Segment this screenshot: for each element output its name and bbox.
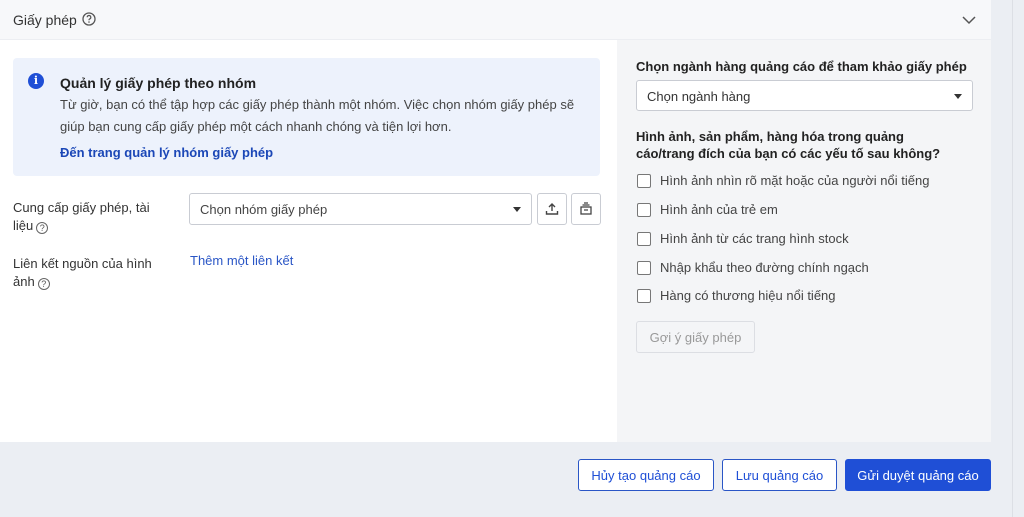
caret-down-icon xyxy=(954,94,962,99)
manage-license-groups-link[interactable]: Đến trang quản lý nhóm giấy phép xyxy=(60,145,273,160)
checkbox[interactable] xyxy=(637,289,651,303)
license-group-select[interactable]: Chọn nhóm giấy phép xyxy=(189,193,532,225)
option-label: Hình ảnh từ các trang hình stock xyxy=(660,231,849,246)
license-library-button[interactable] xyxy=(571,193,601,225)
help-circle-icon[interactable]: ? xyxy=(36,222,49,234)
provide-license-label: Cung cấp giấy phép, tài liệu? xyxy=(13,199,173,235)
image-source-label-text: Liên kết nguồn của hình ảnh xyxy=(13,256,152,289)
checkbox[interactable] xyxy=(637,203,651,217)
license-reference-panel: Chọn ngành hàng quảng cáo để tham khảo g… xyxy=(617,40,991,442)
upload-button[interactable] xyxy=(537,193,567,225)
cancel-ad-button[interactable]: Hủy tạo quảng cáo xyxy=(578,459,714,491)
checkbox[interactable] xyxy=(637,174,651,188)
notice-text: Từ giờ, bạn có thể tập hợp các giấy phép… xyxy=(60,97,575,134)
option-label: Hình ảnh nhìn rõ mặt hoặc của người nổi … xyxy=(660,173,930,188)
add-link-button[interactable]: Thêm một liên kết xyxy=(190,253,293,268)
checkbox[interactable] xyxy=(637,232,651,246)
scrollbar-track[interactable] xyxy=(991,0,1024,517)
suggest-license-button[interactable]: Gợi ý giấy phép xyxy=(636,321,755,353)
notice-title: Quản lý giấy phép theo nhóm xyxy=(60,75,257,91)
group-license-notice: i Quản lý giấy phép theo nhóm Từ giờ, bạ… xyxy=(13,58,600,176)
info-icon: i xyxy=(28,73,44,89)
save-ad-button[interactable]: Lưu quảng cáo xyxy=(722,459,837,491)
elements-question: Hình ảnh, sản phẩm, hàng hóa trong quảng… xyxy=(636,129,941,161)
option-label: Hàng có thương hiệu nổi tiếng xyxy=(660,288,836,303)
license-group-select-value: Chọn nhóm giấy phép xyxy=(200,202,328,217)
category-select[interactable]: Chọn ngành hàng xyxy=(636,80,973,111)
provide-license-label-text: Cung cấp giấy phép, tài liệu xyxy=(13,200,150,233)
library-icon xyxy=(580,202,592,215)
category-title: Chọn ngành hàng quảng cáo để tham khảo g… xyxy=(636,59,967,74)
chevron-down-icon[interactable] xyxy=(961,12,977,31)
upload-icon xyxy=(545,203,559,215)
license-card: Giấy phép i Quản lý giấy phép theo nhóm … xyxy=(0,0,991,442)
caret-down-icon xyxy=(513,207,521,212)
option-label: Nhập khẩu theo đường chính ngạch xyxy=(660,260,869,275)
section-title: Giấy phép xyxy=(13,12,77,28)
section-header[interactable]: Giấy phép xyxy=(0,0,991,40)
submit-ad-button[interactable]: Gửi duyệt quảng cáo xyxy=(845,459,991,491)
checkbox[interactable] xyxy=(637,261,651,275)
image-source-label: Liên kết nguồn của hình ảnh? xyxy=(13,255,163,291)
help-circle-icon[interactable] xyxy=(82,12,96,29)
category-select-value: Chọn ngành hàng xyxy=(647,89,751,104)
help-circle-icon[interactable]: ? xyxy=(37,278,50,290)
scrollbar-divider xyxy=(1012,0,1013,517)
option-label: Hình ảnh của trẻ em xyxy=(660,202,778,217)
